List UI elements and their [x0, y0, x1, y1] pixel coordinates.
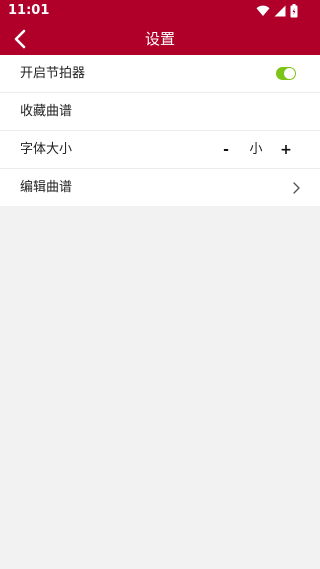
status-bar: 11:01: [0, 0, 320, 22]
signal-icon: [274, 5, 286, 17]
metronome-label: 开启节拍器: [20, 66, 86, 81]
app-bar: 设置: [0, 22, 320, 55]
metronome-toggle[interactable]: [276, 67, 296, 80]
page-title: 设置: [144, 30, 175, 48]
font-size-label: 字体大小: [20, 142, 73, 157]
setting-row-edit[interactable]: 编辑曲谱: [0, 169, 320, 206]
favorites-label: 收藏曲谱: [20, 104, 73, 119]
wifi-icon: [256, 5, 270, 16]
status-icons: [256, 4, 298, 18]
font-size-value: 小: [249, 142, 263, 157]
font-size-controls: - 小 +: [216, 140, 296, 160]
setting-row-metronome: 开启节拍器: [0, 55, 320, 93]
setting-row-favorites[interactable]: 收藏曲谱: [0, 93, 320, 131]
font-increase-button[interactable]: +: [276, 140, 296, 160]
chevron-right-icon: [293, 182, 300, 194]
font-decrease-button[interactable]: -: [216, 140, 236, 160]
toggle-knob: [284, 68, 295, 79]
setting-row-font-size: 字体大小 - 小 +: [0, 131, 320, 169]
edit-label: 编辑曲谱: [20, 180, 73, 195]
status-time: 11:01: [8, 3, 50, 18]
settings-list: 开启节拍器 收藏曲谱 字体大小 - 小 + 编辑曲谱: [0, 55, 320, 206]
battery-icon: [290, 4, 298, 18]
